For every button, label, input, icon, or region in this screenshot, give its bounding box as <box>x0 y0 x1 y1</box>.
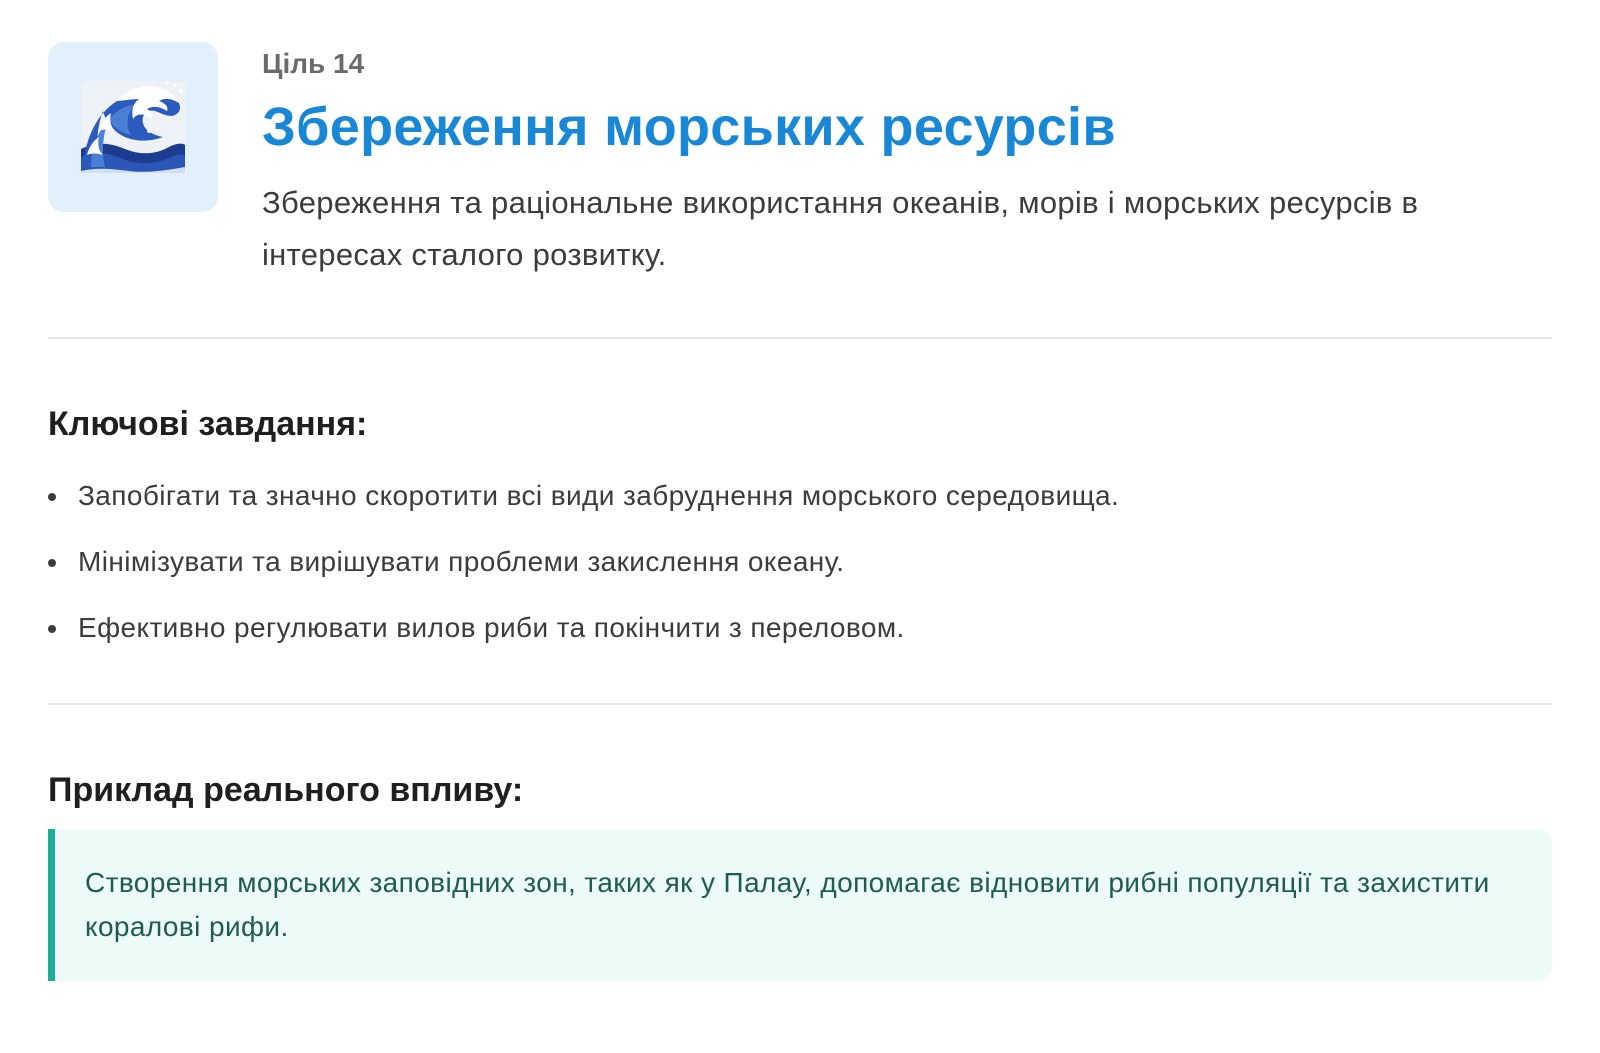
goal-description: Збереження та раціональне використання о… <box>262 185 1419 273</box>
goal-icon-tile <box>48 42 218 212</box>
section-divider <box>48 703 1552 706</box>
goal-card: Ціль 14 Збереження морських ресурсів Збе… <box>48 42 1552 982</box>
key-tasks-list: Запобігати та значно скоротити всі види … <box>48 479 1552 645</box>
bullet-icon <box>48 559 56 568</box>
list-item-text: Запобігати та значно скоротити всі види … <box>78 480 1120 512</box>
list-item: Мінімізувати та вирішувати проблеми заки… <box>48 545 1552 579</box>
section-divider <box>48 337 1552 340</box>
list-item-text: Мінімізувати та вирішувати проблеми заки… <box>78 546 845 578</box>
list-item-text: Ефективно регулювати вилов риби та покін… <box>78 612 905 644</box>
list-item: Запобігати та значно скоротити всі види … <box>48 479 1552 513</box>
bullet-icon <box>48 625 56 634</box>
goal-header-text: Ціль 14 Збереження морських ресурсів Збе… <box>262 42 1552 281</box>
water-wave-icon <box>81 81 185 173</box>
impact-text: Створення морських заповідних зон, таких… <box>85 867 1490 943</box>
impact-callout: Створення морських заповідних зон, таких… <box>48 829 1552 982</box>
goal-header: Ціль 14 Збереження морських ресурсів Збе… <box>48 42 1552 281</box>
bullet-icon <box>48 493 56 502</box>
goal-number-label: Ціль 14 <box>262 48 365 79</box>
impact-heading: Приклад реального впливу: <box>48 771 524 810</box>
list-item: Ефективно регулювати вилов риби та покін… <box>48 611 1552 645</box>
goal-title: Збереження морських ресурсів <box>262 97 1116 157</box>
key-tasks-heading: Ключові завдання: <box>48 405 368 444</box>
